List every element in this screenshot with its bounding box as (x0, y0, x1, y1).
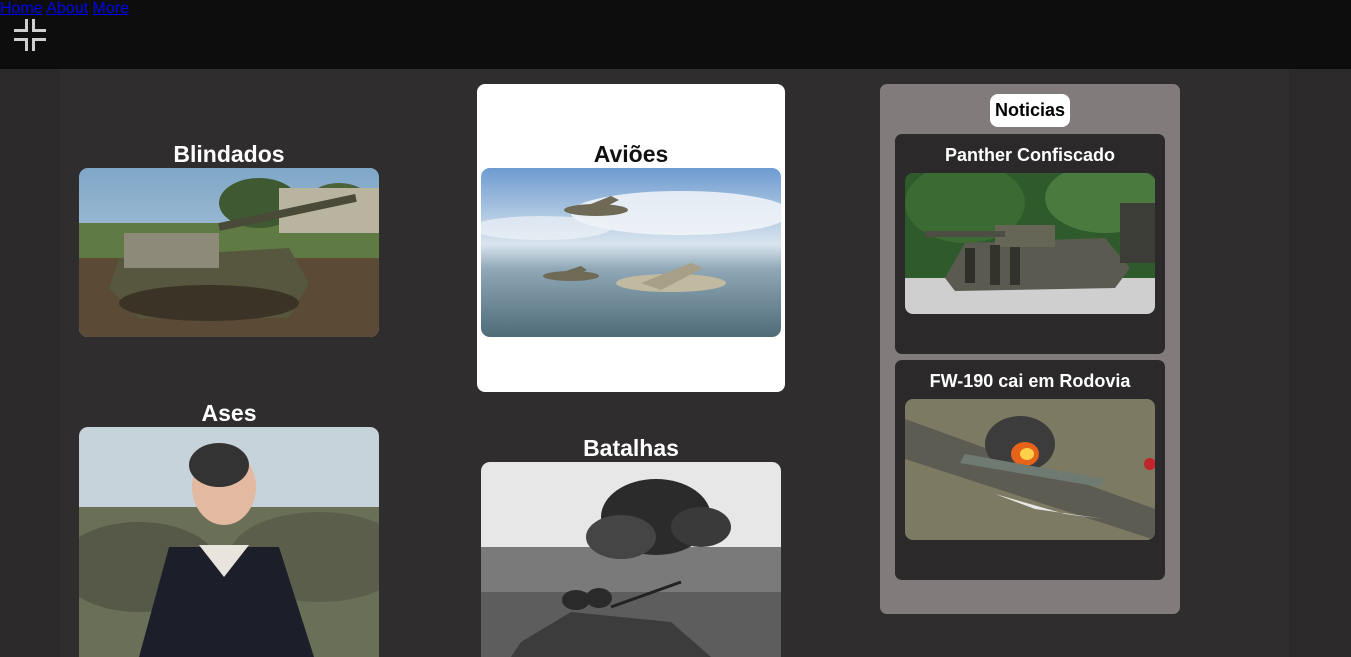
news-title[interactable]: FW-190 cai em Rodovia (895, 371, 1165, 392)
news-header: Noticias (990, 94, 1070, 127)
panther-image[interactable] (905, 173, 1155, 314)
top-navbar: Home About More (0, 0, 1351, 69)
blindados-title[interactable]: Blindados (79, 141, 379, 168)
news-title[interactable]: Panther Confiscado (895, 145, 1165, 166)
news-card-panther[interactable]: Panther Confiscado (895, 134, 1165, 354)
news-panel: Noticias Panther Confiscado FW-190 cai e… (880, 84, 1180, 614)
tank-ace-image[interactable] (79, 427, 379, 657)
planes-image[interactable] (481, 168, 781, 337)
avioes-title[interactable]: Aviões (481, 141, 781, 168)
batalhas-title[interactable]: Batalhas (481, 435, 781, 462)
nav-more-link[interactable]: More (93, 0, 129, 17)
ases-title[interactable]: Ases (79, 400, 379, 427)
nav-about-link[interactable]: About (46, 0, 88, 17)
cross-logo-icon[interactable] (12, 17, 48, 53)
nav-home-link[interactable]: Home (0, 0, 43, 17)
news-card-fw190[interactable]: FW-190 cai em Rodovia (895, 360, 1165, 580)
crash-image[interactable] (905, 399, 1155, 540)
tank-image[interactable] (79, 168, 379, 337)
battle-image[interactable] (481, 462, 781, 657)
